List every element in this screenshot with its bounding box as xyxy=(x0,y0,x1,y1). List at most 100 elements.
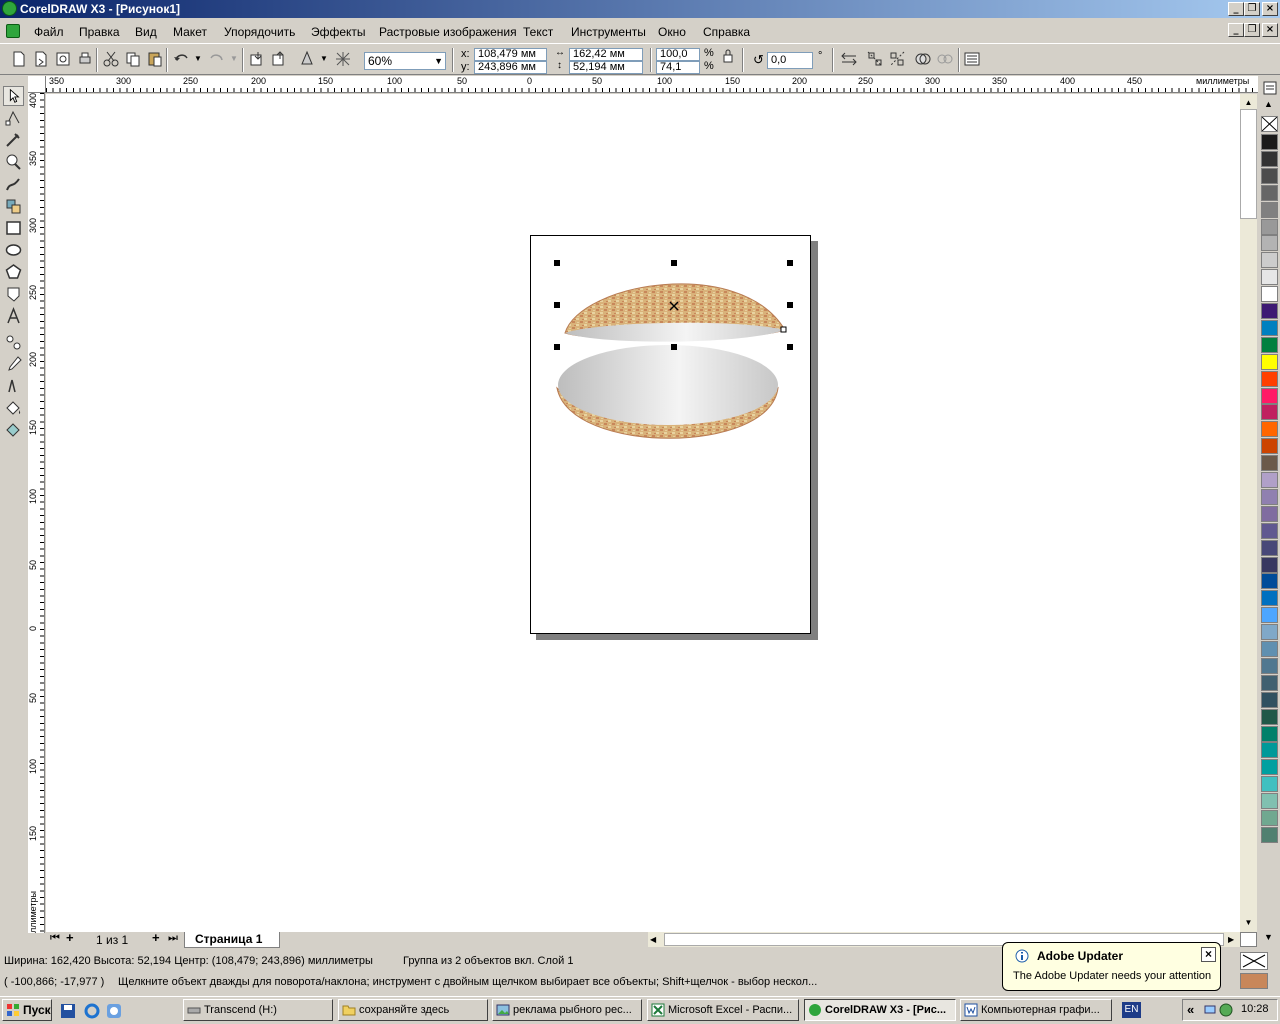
scroll-left-icon[interactable]: ◀ xyxy=(650,932,662,947)
export-icon[interactable] xyxy=(270,50,288,68)
color-swatch[interactable] xyxy=(1261,776,1278,793)
print-icon[interactable] xyxy=(76,50,94,68)
object-width-field[interactable]: 162,42 мм xyxy=(569,48,643,61)
color-swatch[interactable] xyxy=(1261,708,1278,725)
application-launcher-icon[interactable] xyxy=(298,50,316,68)
menu-tools[interactable]: Инструменты xyxy=(571,25,646,39)
pick-tool-icon[interactable] xyxy=(3,86,24,106)
quick-launch-browser-icon[interactable] xyxy=(106,1003,122,1019)
scale-x-field[interactable]: 100,0 xyxy=(656,48,700,61)
color-swatch[interactable] xyxy=(1261,438,1278,455)
menu-arrange[interactable]: Упорядочить xyxy=(224,25,295,39)
first-page-icon[interactable]: ⏮ xyxy=(50,932,60,945)
tray-expand-icon[interactable]: « xyxy=(1187,1002,1194,1017)
color-swatch[interactable] xyxy=(1261,691,1278,708)
rectangle-tool-icon[interactable] xyxy=(3,218,24,238)
color-swatch[interactable] xyxy=(1261,370,1278,387)
fill-indicator[interactable] xyxy=(1240,973,1268,989)
color-swatch[interactable] xyxy=(1261,404,1278,421)
zoom-level-select[interactable]: 60% ▼ xyxy=(364,52,446,70)
color-swatch[interactable] xyxy=(1261,201,1278,218)
scroll-down-icon[interactable]: ▼ xyxy=(1240,914,1257,931)
zoom-dropdown-icon[interactable]: ▼ xyxy=(434,53,443,69)
palette-scroll-up-icon[interactable]: ▲ xyxy=(1264,99,1273,109)
ellipse-tool-icon[interactable] xyxy=(3,240,24,260)
undo-icon[interactable] xyxy=(172,50,190,68)
scroll-right-icon[interactable]: ▶ xyxy=(1228,932,1240,947)
color-swatch[interactable] xyxy=(1261,235,1278,252)
task-folder[interactable]: сохраняйте здесь xyxy=(338,999,488,1021)
color-swatch[interactable] xyxy=(1261,319,1278,336)
shape-tool-icon[interactable] xyxy=(3,108,24,128)
color-swatch[interactable] xyxy=(1261,167,1278,184)
color-swatch[interactable] xyxy=(1261,759,1278,776)
x-position-field[interactable]: 108,479 мм xyxy=(474,48,547,61)
minimize-button[interactable]: _ xyxy=(1228,2,1244,16)
color-swatch[interactable] xyxy=(1261,607,1278,624)
scale-y-field[interactable]: 74,1 xyxy=(656,61,700,74)
color-swatch[interactable] xyxy=(1261,421,1278,438)
menu-layout[interactable]: Макет xyxy=(173,25,207,39)
new-document-icon[interactable] xyxy=(10,50,28,68)
menu-effects[interactable]: Эффекты xyxy=(311,25,366,39)
open-icon[interactable] xyxy=(32,50,50,68)
color-swatch[interactable] xyxy=(1261,488,1278,505)
menu-view[interactable]: Вид xyxy=(135,25,157,39)
color-swatch[interactable] xyxy=(1261,252,1278,269)
polygon-tool-icon[interactable] xyxy=(3,262,24,282)
ungroup-icon[interactable] xyxy=(888,50,906,68)
task-image[interactable]: реклама рыбного рес... xyxy=(492,999,642,1021)
menu-help[interactable]: Справка xyxy=(703,25,750,39)
add-page-before-icon[interactable]: + xyxy=(66,930,74,945)
crop-tool-icon[interactable] xyxy=(3,130,24,150)
quick-launch-save-icon[interactable] xyxy=(60,1003,76,1019)
doc-close-button[interactable]: × xyxy=(1262,23,1278,37)
no-color-swatch[interactable] xyxy=(1261,116,1278,132)
save-icon[interactable] xyxy=(54,50,72,68)
page-tab[interactable]: Страница 1 xyxy=(184,932,280,948)
antivirus-tray-icon[interactable] xyxy=(1219,1003,1233,1017)
group-icon[interactable] xyxy=(866,50,884,68)
task-word[interactable]: Компьютерная графи... xyxy=(960,999,1112,1021)
corel-online-icon[interactable] xyxy=(334,50,352,68)
object-height-field[interactable]: 52,194 мм xyxy=(569,61,643,74)
text-tool-icon[interactable] xyxy=(3,306,24,326)
launcher-dropdown-icon[interactable]: ▼ xyxy=(320,54,328,63)
color-swatch[interactable] xyxy=(1261,590,1278,607)
color-swatch[interactable] xyxy=(1261,793,1278,810)
cut-icon[interactable] xyxy=(102,50,120,68)
freehand-tool-icon[interactable] xyxy=(3,174,24,194)
notification-balloon[interactable]: Adobe Updater The Adobe Updater needs yo… xyxy=(1002,942,1221,991)
vertical-scrollbar[interactable]: ▲ ▼ xyxy=(1240,94,1257,932)
color-swatch[interactable] xyxy=(1261,218,1278,235)
color-swatch[interactable] xyxy=(1261,286,1278,303)
color-swatch[interactable] xyxy=(1261,556,1278,573)
undo-dropdown-icon[interactable]: ▼ xyxy=(194,54,202,63)
menu-text[interactable]: Текст xyxy=(523,25,553,39)
break-apart-icon[interactable] xyxy=(936,50,954,68)
selection-handles[interactable] xyxy=(550,258,795,353)
language-indicator[interactable]: EN xyxy=(1122,1002,1141,1018)
color-swatch[interactable] xyxy=(1261,184,1278,201)
doc-restore-button[interactable]: ❐ xyxy=(1244,23,1260,37)
network-tray-icon[interactable] xyxy=(1203,1003,1217,1017)
color-swatch[interactable] xyxy=(1261,150,1278,167)
color-swatch[interactable] xyxy=(1261,641,1278,657)
color-swatch[interactable] xyxy=(1261,624,1278,641)
eyedropper-tool-icon[interactable] xyxy=(3,354,24,374)
start-button[interactable]: Пуск xyxy=(2,999,52,1021)
color-swatch[interactable] xyxy=(1261,522,1278,539)
palette-options-icon[interactable] xyxy=(1262,80,1278,96)
smart-fill-tool-icon[interactable] xyxy=(3,196,24,216)
color-swatch[interactable] xyxy=(1261,725,1278,742)
color-swatch[interactable] xyxy=(1261,810,1278,826)
rotation-angle-field[interactable]: 0,0 xyxy=(767,52,813,69)
palette-scroll-down-icon[interactable]: ▼ xyxy=(1264,932,1273,942)
maximize-button[interactable]: ❐ xyxy=(1244,2,1260,16)
color-swatch[interactable] xyxy=(1261,269,1278,286)
color-swatch[interactable] xyxy=(1261,826,1278,843)
menu-window[interactable]: Окно xyxy=(658,25,686,39)
task-transcend[interactable]: Transcend (H:) xyxy=(183,999,333,1021)
menu-file[interactable]: Файл xyxy=(34,25,64,39)
close-button[interactable]: × xyxy=(1262,2,1278,16)
